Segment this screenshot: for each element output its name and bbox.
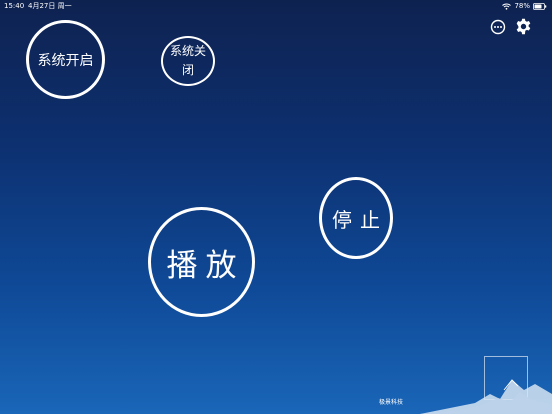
status-bar: 15:40 4月27日 周一 78% (0, 0, 552, 12)
battery-percent: 78% (514, 2, 530, 10)
system-on-label: 系统开启 (37, 52, 94, 69)
system-off-label: 系统关闭 (169, 44, 206, 77)
play-button[interactable]: 播放 (148, 207, 255, 317)
play-label: 播放 (166, 247, 245, 284)
status-indicators: 78% (502, 0, 547, 12)
stop-button[interactable]: 停止 (319, 177, 393, 259)
brand-name: 极景科技 (379, 399, 404, 406)
stop-label: 停止 (332, 207, 388, 232)
system-on-button[interactable]: 系统开启 (26, 20, 105, 99)
system-off-button[interactable]: 系统关闭 (161, 36, 215, 86)
status-time: 15:40 (4, 2, 25, 10)
wifi-icon (502, 3, 512, 10)
gear-icon[interactable] (515, 18, 532, 35)
dots-circle-icon[interactable] (490, 19, 506, 35)
mountain-decoration (420, 379, 552, 414)
battery-icon (533, 2, 547, 10)
status-date: 4月27日 周一 (28, 2, 72, 10)
